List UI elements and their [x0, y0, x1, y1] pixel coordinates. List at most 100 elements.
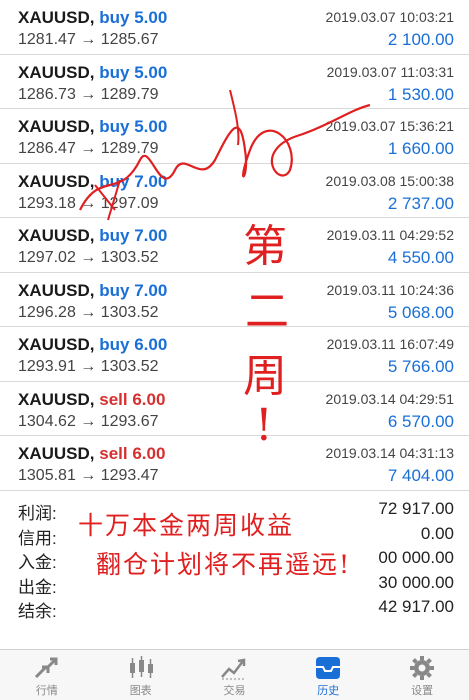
trade-symbol: XAUUSD, buy 5.00	[18, 8, 167, 28]
trade-symbol: XAUUSD, buy 5.00	[18, 63, 167, 83]
arrow-icon: →	[75, 467, 101, 484]
trade-direction: sell	[99, 389, 128, 409]
trade-profit: 2 100.00	[387, 30, 454, 49]
trade-profit: 7 404.00	[387, 466, 454, 485]
arrow-icon: →	[75, 358, 101, 375]
trade-direction: sell	[99, 444, 128, 463]
trade-prices: 1305.81 → 1293.47	[18, 467, 159, 485]
trade-row[interactable]: XAUUSD, sell 6.00 1304.62 → 1293.67 2019.0…	[0, 382, 469, 436]
symbol-separator: ,	[89, 389, 100, 409]
profit-value: 72 917.00	[378, 499, 454, 518]
annotation-line-2: 翻仓计划将不再遥远!	[96, 550, 352, 579]
trade-symbol: XAUUSD, buy 7.00	[18, 172, 167, 192]
open-price: 1281.47	[18, 31, 76, 48]
tab-label: 历史	[317, 685, 340, 697]
trade-row[interactable]: XAUUSD, buy 5.00 1281.47 → 1285.67 2019.03…	[0, 0, 469, 55]
trade-prices: 1293.91 → 1303.52	[18, 358, 159, 376]
open-price: 1286.73	[18, 85, 76, 103]
close-price: 1285.67	[100, 31, 159, 48]
symbol-text: XAUUSD	[18, 171, 90, 191]
close-price: 1293.47	[100, 467, 159, 484]
tab-quotes[interactable]: 行情	[0, 650, 94, 700]
arrow-icon: →	[75, 140, 101, 157]
trade-symbol: XAUUSD, sell 6.00	[18, 444, 165, 464]
trade-lots: 6.00	[132, 389, 166, 409]
trade-profit: 5 068.00	[387, 302, 454, 322]
history-icon	[316, 657, 341, 679]
symbol-text: XAUUSD	[18, 444, 90, 463]
trade-prices: 1281.47 → 1285.67	[18, 31, 159, 49]
close-price: 1293.67	[100, 412, 159, 430]
trade-row[interactable]: XAUUSD, buy 5.00 1286.73 → 1289.79 2019.03…	[0, 55, 469, 109]
trade-prices: 1296.28 → 1303.52	[18, 304, 159, 322]
trade-symbol: XAUUSD, sell 6.00	[18, 390, 165, 410]
bottom-tab-bar: 行情 图表 交易 历史 设置	[0, 649, 469, 700]
trade-time: 2019.03.14 04:29:51	[325, 390, 454, 407]
open-price: 1286.47	[18, 140, 76, 157]
quotes-icon	[34, 657, 58, 679]
trade-direction: buy	[99, 226, 130, 245]
symbol-separator: ,	[89, 226, 100, 245]
trade-lots: 5.00	[134, 8, 168, 27]
symbol-separator: ,	[89, 117, 100, 136]
withdraw-value: 30 000.00	[378, 572, 454, 592]
trade-row[interactable]: XAUUSD, sell 6.00 1305.81 → 1293.47 2019.0…	[0, 436, 469, 491]
trade-lots: 6.00	[132, 444, 166, 463]
close-price: 1303.52	[100, 249, 159, 266]
symbol-text: XAUUSD	[18, 8, 90, 27]
trade-time: 2019.03.11 04:29:52	[326, 227, 454, 243]
trade-profit: 2 737.00	[387, 193, 454, 213]
trade-prices: 1297.02 → 1303.52	[18, 249, 159, 267]
arrow-icon: →	[75, 194, 101, 212]
tab-trade[interactable]: 交易	[188, 650, 282, 700]
trade-lots: 7.00	[134, 280, 168, 300]
balance-value: 42 917.00	[378, 597, 454, 616]
deposit-value: 00 000.00	[378, 548, 454, 567]
tab-label: 交易	[223, 685, 246, 697]
trade-direction: buy	[99, 335, 130, 354]
tab-settings[interactable]: 设置	[375, 650, 469, 700]
trade-lots: 5.00	[134, 117, 168, 136]
symbol-separator: ,	[89, 62, 100, 82]
close-price: 1303.52	[100, 303, 159, 321]
arrow-icon: →	[75, 85, 101, 103]
tab-label: 图表	[129, 685, 152, 697]
symbol-separator: ,	[89, 335, 100, 354]
open-price: 1297.02	[18, 249, 76, 266]
trade-time: 2019.03.07 15:36:21	[325, 118, 454, 134]
open-price: 1296.28	[18, 303, 76, 321]
open-price: 1293.18	[18, 194, 76, 212]
arrow-icon: →	[75, 412, 101, 430]
trade-symbol: XAUUSD, buy 5.00	[18, 117, 167, 137]
trade-row[interactable]: XAUUSD, buy 7.00 1293.18 → 1297.09 2019.03…	[0, 164, 469, 218]
trade-profit: 4 550.00	[387, 248, 454, 267]
trade-time: 2019.03.08 15:00:38	[325, 172, 454, 189]
trade-time: 2019.03.07 10:03:21	[325, 9, 454, 25]
trade-profit: 5 766.00	[387, 357, 454, 376]
close-price: 1303.52	[100, 358, 159, 375]
arrow-icon: →	[75, 31, 101, 48]
trade-direction: buy	[99, 62, 130, 82]
tab-label: 设置	[411, 685, 434, 697]
arrow-icon: →	[75, 303, 101, 321]
trade-direction: buy	[99, 171, 130, 191]
trade-lots: 6.00	[134, 335, 168, 354]
credit-label: 信用:	[18, 528, 57, 548]
trade-prices: 1286.47 → 1289.79	[18, 140, 159, 158]
trade-row[interactable]: XAUUSD, buy 7.00 1296.28 → 1303.52 2019.03…	[0, 273, 469, 327]
close-price: 1289.79	[100, 85, 159, 103]
trade-symbol: XAUUSD, buy 7.00	[18, 281, 167, 301]
trade-row[interactable]: XAUUSD, buy 5.00 1286.47 → 1289.79 2019.03…	[0, 109, 469, 164]
tab-chart[interactable]: 图表	[94, 650, 188, 700]
open-price: 1304.62	[18, 412, 76, 430]
tab-history[interactable]: 历史	[281, 650, 375, 700]
trade-time: 2019.03.11 16:07:49	[326, 336, 454, 352]
trade-prices: 1304.62 → 1293.67	[18, 413, 159, 431]
close-price: 1297.09	[100, 194, 159, 212]
trade-time: 2019.03.07 11:03:31	[326, 63, 454, 80]
open-price: 1305.81	[18, 467, 76, 484]
trade-row[interactable]: XAUUSD, buy 7.00 1297.02 → 1303.52 2019.03…	[0, 218, 469, 273]
open-price: 1293.91	[18, 358, 76, 375]
close-price: 1289.79	[100, 140, 159, 157]
trade-row[interactable]: XAUUSD, buy 6.00 1293.91 → 1303.52 2019.03…	[0, 327, 469, 382]
